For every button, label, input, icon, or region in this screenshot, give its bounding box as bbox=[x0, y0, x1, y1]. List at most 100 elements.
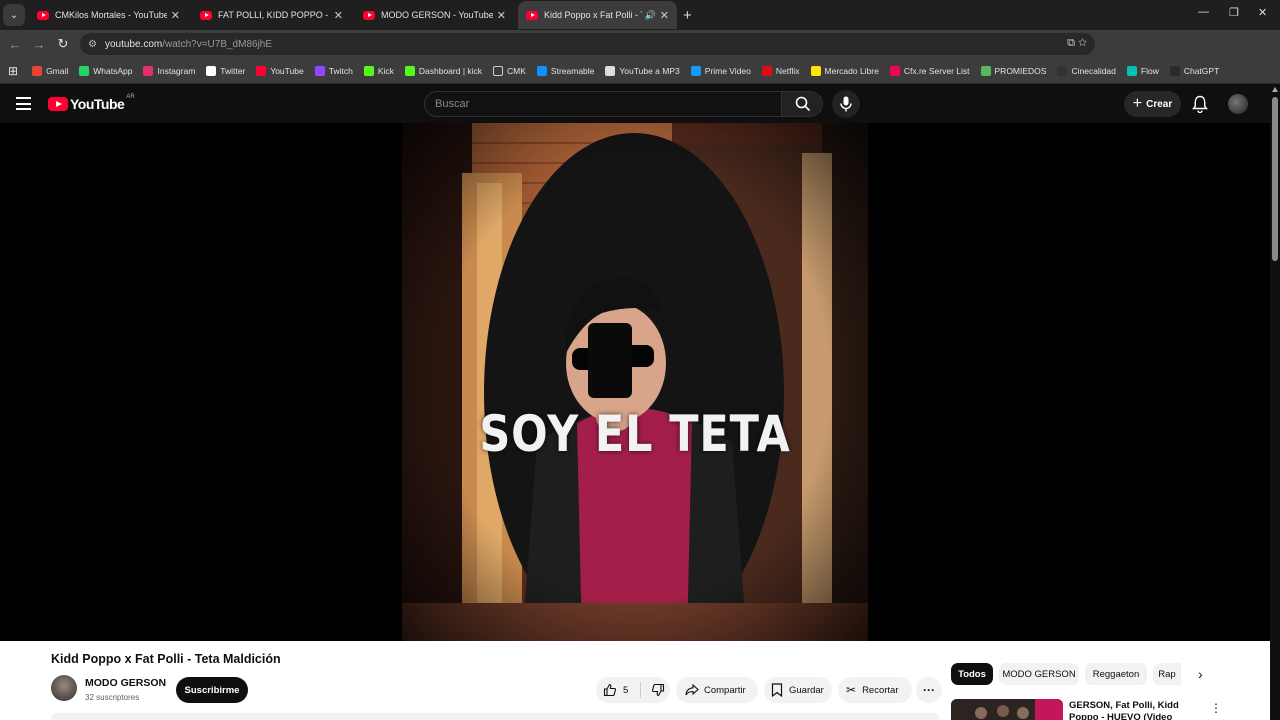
like-icon[interactable] bbox=[603, 683, 617, 697]
account-avatar[interactable] bbox=[1228, 94, 1248, 114]
chip-channel[interactable]: MODO GERSON bbox=[999, 663, 1079, 685]
clip-button[interactable]: ✂ Recortar bbox=[838, 677, 912, 703]
tab[interactable]: FAT POLLI, KIDD POPPO - PEPI ✕ bbox=[192, 1, 351, 29]
streamable-icon bbox=[536, 65, 547, 76]
scroll-thumb[interactable] bbox=[1272, 97, 1278, 261]
bookmark-youtube[interactable]: YouTube bbox=[256, 65, 304, 76]
search-icon bbox=[795, 96, 811, 112]
minimize-icon[interactable]: — bbox=[1198, 6, 1209, 18]
maximize-icon[interactable]: ❐ bbox=[1229, 6, 1239, 19]
close-window-icon[interactable]: ✕ bbox=[1258, 6, 1267, 19]
reload-icon[interactable]: ↻ bbox=[51, 36, 75, 52]
apps-grid-icon[interactable]: ⊞ bbox=[8, 64, 18, 78]
tab-bar: ⌄ CMKilos Mortales - YouTube ✕ FAT POLLI… bbox=[0, 0, 1280, 30]
url-host: youtube.com bbox=[104, 38, 163, 50]
like-dislike-group: 5 bbox=[596, 677, 670, 703]
search-button[interactable] bbox=[781, 91, 823, 117]
subscribe-button[interactable]: Suscribirme bbox=[176, 677, 248, 703]
like-count[interactable]: 5 bbox=[623, 685, 628, 696]
bookmark-twitch[interactable]: Twitch bbox=[314, 65, 353, 76]
bookmark-flow[interactable]: Flow bbox=[1126, 65, 1159, 76]
bookmark-gmail[interactable]: Gmail bbox=[32, 65, 69, 76]
tab-title: CMKilos Mortales - YouTube bbox=[55, 10, 167, 20]
video-details: Kidd Poppo x Fat Polli - Teta Maldición … bbox=[0, 641, 1270, 720]
youtube-header: YouTube AR Buscar + Crear bbox=[0, 85, 1270, 123]
tab[interactable]: CMKilos Mortales - YouTube ✕ bbox=[29, 1, 188, 29]
more-actions-button[interactable]: ··· bbox=[916, 677, 942, 703]
bookmark-chatgpt[interactable]: ChatGPT bbox=[1169, 65, 1219, 76]
bookmark-cmk[interactable]: CMK bbox=[493, 65, 526, 76]
youtube-play-icon bbox=[48, 97, 68, 111]
scroll-up-icon[interactable] bbox=[1272, 87, 1278, 92]
recommendation-thumbnail[interactable] bbox=[951, 699, 1063, 720]
bookmark-label: Cfx.re Server List bbox=[903, 65, 970, 76]
install-star-icons[interactable]: ⧉ ☆ bbox=[1067, 37, 1087, 50]
tab-close-icon[interactable]: ✕ bbox=[660, 9, 669, 22]
bookmark-cfx-re-server-list[interactable]: Cfx.re Server List bbox=[889, 65, 970, 76]
bookmark-whatsapp[interactable]: WhatsApp bbox=[79, 65, 132, 76]
bookmark-icon bbox=[771, 683, 783, 697]
channel-avatar[interactable] bbox=[51, 675, 77, 701]
bookmark-twitter[interactable]: Twitter bbox=[206, 65, 245, 76]
speaker-icon[interactable]: 🔊 bbox=[645, 10, 656, 21]
bookmark-mercado-libre[interactable]: Mercado Libre bbox=[810, 65, 879, 76]
tab-active[interactable]: Kidd Poppo x Fat Polli - Teta 🔊 ✕ bbox=[518, 1, 677, 29]
bookmark-instagram[interactable]: Instagram bbox=[143, 65, 196, 76]
bookmark-label: Netflix bbox=[775, 65, 800, 76]
kick-icon bbox=[363, 65, 374, 76]
notifications-bell-icon[interactable] bbox=[1192, 95, 1208, 113]
bookmark-label: Gmail bbox=[46, 65, 69, 76]
forward-icon[interactable]: → bbox=[27, 37, 51, 52]
bookmark-streamable[interactable]: Streamable bbox=[536, 65, 594, 76]
dislike-icon[interactable] bbox=[651, 683, 665, 697]
voice-search-button[interactable] bbox=[832, 90, 860, 118]
bookmark-youtube-a-mp3[interactable]: YouTube a MP3 bbox=[605, 65, 680, 76]
bookmark-prime-video[interactable]: Prime Video bbox=[690, 65, 751, 76]
bookmark-cinecalidad[interactable]: Cinecalidad bbox=[1057, 65, 1116, 76]
tab-search-button[interactable]: ⌄ bbox=[3, 4, 25, 26]
bookmark-label: Mercado Libre bbox=[824, 65, 879, 76]
bookmark-netflix[interactable]: Netflix bbox=[761, 65, 800, 76]
bookmark-promiedos[interactable]: PROMIEDOS bbox=[980, 65, 1046, 76]
tab-close-icon[interactable]: ✕ bbox=[334, 9, 343, 22]
create-button[interactable]: + Crear bbox=[1124, 91, 1181, 117]
kick-icon bbox=[404, 65, 415, 76]
channel-name[interactable]: MODO GERSON bbox=[85, 677, 166, 689]
bookmark-label: Flow bbox=[1140, 65, 1159, 76]
tab-close-icon[interactable]: ✕ bbox=[171, 9, 180, 22]
bookmark-kick[interactable]: Kick bbox=[363, 65, 394, 76]
bookmark-dashboard-kick[interactable]: Dashboard | kick bbox=[404, 65, 482, 76]
new-tab-button[interactable]: + bbox=[683, 7, 692, 24]
recommendation-title[interactable]: GERSON, Fat Polli, Kidd Poppo - HUEVO (V… bbox=[1069, 700, 1205, 720]
tab-title: MODO GERSON - YouTube bbox=[381, 10, 493, 20]
chatgpt-icon bbox=[1169, 65, 1180, 76]
create-label: Crear bbox=[1146, 98, 1173, 110]
tab-close-icon[interactable]: ✕ bbox=[497, 9, 506, 22]
bookmark-label: Instagram bbox=[157, 65, 196, 76]
site-info-icon[interactable]: ⚙ bbox=[88, 39, 97, 50]
youtube-logo[interactable]: YouTube AR bbox=[48, 94, 135, 112]
search-input[interactable]: Buscar bbox=[424, 91, 782, 117]
more-horizontal-icon: ··· bbox=[923, 683, 935, 697]
chip-todos[interactable]: Todos bbox=[951, 663, 993, 685]
page-scrollbar[interactable] bbox=[1270, 85, 1280, 720]
url-input[interactable]: ⚙ youtube.com/watch?v=U7B_dM86jhE ⧉ ☆ bbox=[80, 33, 1095, 55]
flow-icon bbox=[1126, 65, 1137, 76]
description-box[interactable] bbox=[51, 713, 939, 720]
chip-rap[interactable]: Rap bbox=[1153, 663, 1181, 685]
video-frame[interactable]: SOY EL TETA bbox=[402, 123, 868, 641]
chip-reggaeton[interactable]: Reggaeton bbox=[1085, 663, 1147, 685]
back-icon[interactable]: ← bbox=[3, 37, 27, 52]
share-button[interactable]: Compartir bbox=[676, 677, 758, 703]
logo-wordmark: YouTube bbox=[70, 96, 125, 112]
bookmark-label: Kick bbox=[377, 65, 394, 76]
save-button[interactable]: Guardar bbox=[764, 677, 832, 703]
youtube-icon bbox=[256, 65, 267, 76]
chevron-right-icon[interactable]: › bbox=[1198, 666, 1203, 682]
more-vertical-icon[interactable]: ⋮ bbox=[1210, 701, 1222, 715]
video-player[interactable]: SOY EL TETA bbox=[0, 123, 1270, 641]
hamburger-menu-icon[interactable] bbox=[16, 97, 31, 114]
tab[interactable]: MODO GERSON - YouTube ✕ bbox=[355, 1, 514, 29]
bookmark-label: Twitch bbox=[328, 65, 353, 76]
instagram-icon bbox=[143, 65, 154, 76]
